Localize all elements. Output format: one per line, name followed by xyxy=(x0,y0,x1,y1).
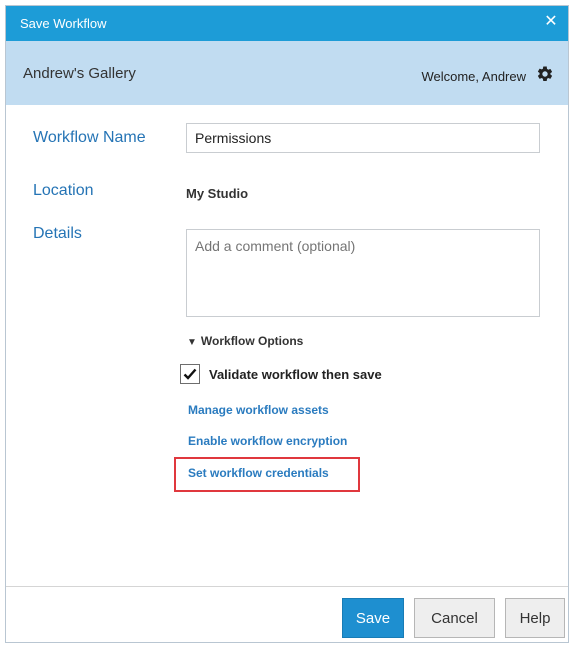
validate-checkbox[interactable] xyxy=(180,364,200,384)
save-button[interactable]: Save xyxy=(342,598,404,638)
enable-encryption-link[interactable]: Enable workflow encryption xyxy=(188,434,347,448)
location-value: My Studio xyxy=(186,186,249,201)
footer-divider xyxy=(6,586,568,587)
details-label: Details xyxy=(33,225,82,242)
location-label: Location xyxy=(33,182,94,199)
gallery-header: Andrew's Gallery Welcome, Andrew xyxy=(6,41,568,105)
manage-assets-link[interactable]: Manage workflow assets xyxy=(188,403,329,417)
welcome-text: Welcome, Andrew xyxy=(421,69,526,84)
workflow-options-label: Workflow Options xyxy=(200,334,304,348)
close-icon[interactable]: ✕ xyxy=(542,13,560,31)
details-textarea[interactable] xyxy=(186,229,540,317)
gallery-name: Andrew's Gallery xyxy=(23,65,136,82)
save-workflow-dialog: Save Workflow ✕ Andrew's Gallery Welcome… xyxy=(5,5,569,643)
workflow-name-input[interactable] xyxy=(186,123,540,153)
cancel-button[interactable]: Cancel xyxy=(414,598,495,638)
workflow-options-toggle[interactable]: ▼ Workflow Options xyxy=(187,334,303,348)
dialog-title: Save Workflow xyxy=(20,16,107,31)
workflow-name-label: Workflow Name xyxy=(33,129,146,146)
validate-label[interactable]: Validate workflow then save xyxy=(209,367,382,382)
checkmark-icon xyxy=(183,368,197,380)
triangle-down-icon: ▼ xyxy=(187,337,197,348)
set-credentials-link[interactable]: Set workflow credentials xyxy=(188,466,329,480)
help-button[interactable]: Help xyxy=(505,598,565,638)
gear-icon[interactable] xyxy=(536,65,554,83)
dialog-titlebar: Save Workflow ✕ xyxy=(6,6,568,41)
